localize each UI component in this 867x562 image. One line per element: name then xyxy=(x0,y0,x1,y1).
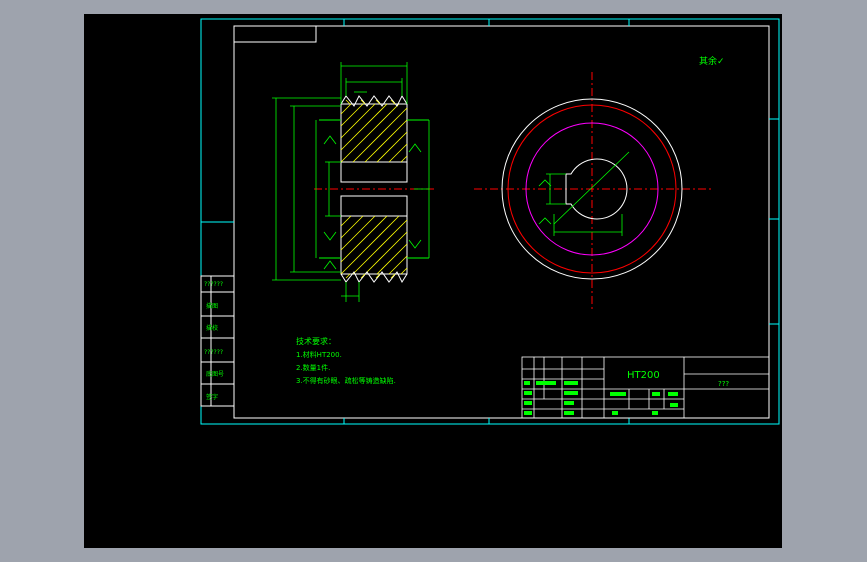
notes-item-3: 3.不得有砂眼、疏松等铸造缺陷. xyxy=(296,376,396,385)
frame-ticks xyxy=(201,19,779,424)
left-col-6: 签字 xyxy=(206,393,218,401)
left-col-2: 描图 xyxy=(206,302,218,310)
section-view xyxy=(272,62,436,302)
inner-frame xyxy=(233,25,770,419)
code-box xyxy=(233,25,317,43)
drawing-canvas: ?????? 描图 描校 ?????? 底图号 签字 其余✓ 技术要求： 1.材… xyxy=(84,14,782,548)
notes-item-1: 1.材料HT200. xyxy=(296,350,342,359)
part-name-label: ??? xyxy=(718,380,729,388)
left-col-5: 底图号 xyxy=(206,370,224,378)
title-block xyxy=(521,356,770,419)
left-col-3: 描校 xyxy=(206,324,218,332)
notes-heading: 技术要求： xyxy=(296,336,336,346)
title-block-grid-marks xyxy=(524,381,678,415)
outer-frame xyxy=(200,18,780,425)
front-view xyxy=(474,72,712,309)
left-col-4: ?????? xyxy=(204,349,223,356)
left-side-column xyxy=(200,275,235,407)
material-label: HT200 xyxy=(627,370,660,381)
left-col-1: ?????? xyxy=(204,281,223,288)
notes-item-2: 2.数量1件. xyxy=(296,363,330,372)
roughness-symbol: 其余✓ xyxy=(699,55,725,67)
engineering-drawing: ?????? 描图 描校 ?????? 底图号 签字 其余✓ 技术要求： 1.材… xyxy=(200,18,780,425)
